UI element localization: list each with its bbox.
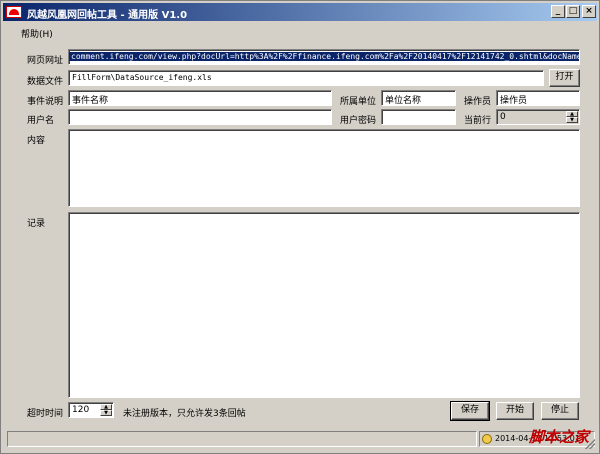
password-input[interactable] [381,109,456,125]
open-button[interactable]: 打开 [549,69,580,87]
operator-label: 操作员 [464,97,492,107]
stop-button[interactable]: 停止 [541,402,579,420]
operator-input[interactable]: 操作员 [496,90,580,106]
title-bar[interactable]: 风越风凰网回帖工具 - 通用版 V1.0 _ □ × [3,3,597,21]
datafile-label: 数据文件 [27,77,64,87]
registration-notice: 未注册版本，只允许发3条回帖 [123,409,246,419]
url-value: comment.ifeng.com/view.php?docUrl=http%3… [69,52,579,61]
timeout-spin-buttons[interactable]: ▲ ▼ [100,404,112,416]
username-input[interactable] [68,109,332,125]
app-icon [6,6,22,18]
unit-label: 所属单位 [340,97,377,107]
status-pane-main [7,431,477,447]
url-label: 网页网址 [27,56,64,66]
url-input[interactable]: comment.ifeng.com/view.php?docUrl=http%3… [68,49,580,65]
window-title: 风越风凰网回帖工具 - 通用版 V1.0 [27,10,188,21]
timeout-label: 超时时间 [27,409,64,419]
resize-grip-icon[interactable] [585,439,595,449]
menu-bar: 帮助(H) [3,23,597,41]
current-row-spin-buttons[interactable]: ▲ ▼ [566,111,578,123]
app-window: 风越风凰网回帖工具 - 通用版 V1.0 _ □ × 帮助(H) 网页网址 co… [0,0,600,454]
content-textarea[interactable] [68,129,580,207]
current-row-spinner[interactable]: 0 ▲ ▼ [496,109,580,125]
watermark-logo: 脚本之家 [528,428,589,446]
spin-down-icon[interactable]: ▼ [100,410,112,416]
close-button[interactable]: × [582,5,596,18]
status-bar: 2014-04-17 11:53:01 脚本之家 [3,428,597,451]
username-label: 用户名 [27,116,55,126]
current-row-value: 0 [500,112,506,122]
content-label: 内容 [27,136,46,146]
record-label: 记录 [27,219,46,229]
unit-input[interactable]: 单位名称 [381,90,456,106]
timeout-value: 120 [72,405,90,415]
start-button[interactable]: 开始 [496,402,534,420]
spin-down-icon[interactable]: ▼ [566,117,578,123]
event-input[interactable]: 事件名称 [68,90,332,106]
clock-icon [482,434,492,444]
event-label: 事件说明 [27,97,64,107]
menu-help[interactable]: 帮助(H) [21,27,53,40]
maximize-button[interactable]: □ [566,5,580,18]
datafile-input[interactable]: FillForm\DataSource_ifeng.xls [68,70,544,86]
save-button[interactable]: 保存 [450,401,490,421]
timeout-spinner[interactable]: 120 ▲ ▼ [68,402,114,418]
current-row-label: 当前行 [464,116,492,126]
minimize-button[interactable]: _ [551,5,565,18]
record-textarea[interactable] [68,212,580,398]
password-label: 用户密码 [340,116,377,126]
